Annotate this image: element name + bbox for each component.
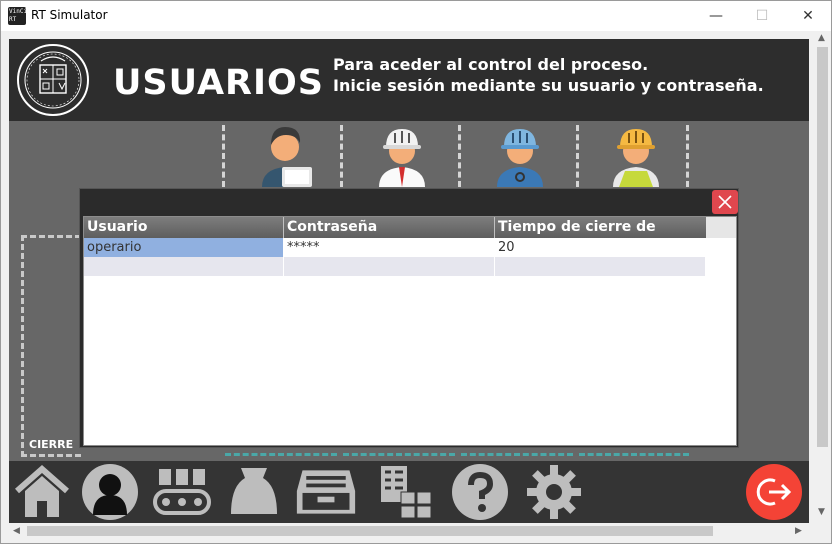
- scroll-up-icon[interactable]: ▲: [818, 33, 825, 43]
- divider: [458, 125, 461, 187]
- bottom-toolbar: [9, 461, 809, 523]
- cierre-zone: [21, 235, 81, 457]
- title-bar: VinCi RT RT Simulator — ☐ ✕: [1, 1, 831, 31]
- sack-icon[interactable]: [223, 463, 285, 521]
- divider: [461, 448, 573, 456]
- page-title: USUARIOS: [113, 63, 324, 103]
- divider: [579, 448, 689, 456]
- user-icon[interactable]: [79, 463, 141, 521]
- app-window: VinCi RT RT Simulator — ☐ ✕ USUARIOS Par…: [0, 0, 832, 544]
- minimize-button[interactable]: —: [693, 1, 739, 31]
- app-logo-icon: VinCi RT: [8, 7, 28, 25]
- vertical-scroll-thumb[interactable]: [817, 47, 828, 447]
- technician-blue-helmet-avatar-icon[interactable]: [491, 125, 549, 187]
- header-bar: USUARIOS Para aceder al control del proc…: [9, 39, 809, 121]
- scroll-down-icon[interactable]: ▼: [818, 507, 825, 517]
- window-title: RT Simulator: [31, 8, 108, 22]
- divider: [340, 125, 343, 187]
- close-icon: [718, 195, 732, 209]
- divider: [222, 125, 225, 187]
- operator-yellow-helmet-avatar-icon[interactable]: [607, 125, 665, 187]
- close-dialog-button[interactable]: [712, 190, 738, 214]
- scroll-left-icon[interactable]: ◀: [13, 526, 20, 536]
- divider: [225, 448, 337, 456]
- instructions-line-1: Para aceder al control del proceso.: [333, 55, 649, 74]
- users-table: Usuario Contraseña Tiempo de cierre de s…: [83, 216, 737, 446]
- scroll-right-icon[interactable]: ▶: [795, 526, 802, 536]
- table-header-filler: [706, 217, 736, 238]
- horizontal-scroll-thumb[interactable]: [27, 526, 713, 536]
- instructions-line-2: Inicie sesión mediante su usuario y cont…: [333, 76, 764, 95]
- cell-usuario[interactable]: operario: [84, 238, 284, 257]
- table-row[interactable]: operario ***** 20: [84, 238, 706, 257]
- close-window-button[interactable]: ✕: [785, 1, 831, 31]
- divider: [576, 125, 579, 187]
- horizontal-scrollbar[interactable]: ◀ ▶: [9, 523, 809, 539]
- divider: [686, 125, 689, 187]
- table-header: Usuario Contraseña Tiempo de cierre de s…: [84, 217, 706, 256]
- conveyor-icon[interactable]: [151, 463, 213, 521]
- logout-icon[interactable]: [743, 463, 805, 521]
- engineer-white-helmet-avatar-icon[interactable]: [373, 125, 431, 187]
- cell-tiempo[interactable]: [495, 257, 706, 276]
- cell-usuario[interactable]: [84, 257, 284, 276]
- university-seal-icon: [17, 44, 89, 116]
- cierre-label: CIERRE: [29, 438, 74, 451]
- column-header-contrasena[interactable]: Contraseña: [284, 217, 495, 238]
- settings-icon[interactable]: [523, 463, 585, 521]
- inventory-checklist-icon[interactable]: [375, 463, 437, 521]
- cell-contrasena[interactable]: [284, 257, 495, 276]
- table-row[interactable]: [84, 257, 706, 276]
- home-icon[interactable]: [11, 463, 73, 521]
- divider: [343, 448, 455, 456]
- column-header-tiempo[interactable]: Tiempo de cierre de sesión: [495, 217, 706, 256]
- cell-contrasena[interactable]: *****: [284, 238, 495, 257]
- vertical-scrollbar[interactable]: ▲ ▼: [814, 31, 831, 523]
- maximize-button[interactable]: ☐: [739, 1, 785, 31]
- cell-tiempo[interactable]: 20: [495, 238, 706, 257]
- users-dialog: Usuario Contraseña Tiempo de cierre de s…: [79, 188, 739, 448]
- column-header-usuario[interactable]: Usuario: [84, 217, 284, 238]
- office-worker-avatar-icon[interactable]: [256, 125, 314, 187]
- help-icon[interactable]: [449, 463, 511, 521]
- drawer-icon[interactable]: [295, 463, 357, 521]
- login-instructions: Para aceder al control del proceso. Inic…: [333, 54, 764, 96]
